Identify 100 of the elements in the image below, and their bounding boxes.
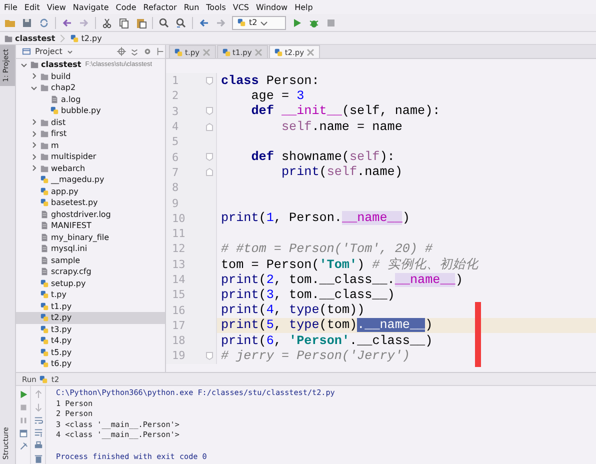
fold-icon[interactable] [206, 153, 212, 162]
menu-item[interactable]: View [46, 2, 66, 12]
wrap-icon[interactable] [32, 414, 44, 426]
tree-item[interactable]: chap2 [51, 83, 76, 92]
code-line: print(self.name) [280, 165, 402, 180]
python-file-icon [274, 48, 283, 56]
tree-item[interactable]: t2.py [51, 313, 72, 322]
cut-icon[interactable] [101, 16, 113, 28]
menu-item[interactable]: File [4, 2, 18, 12]
tree-item[interactable]: MANIFEST [51, 221, 92, 230]
tree-item[interactable]: dist [51, 118, 66, 127]
line-number: 9 [171, 196, 180, 210]
line-number: 19 [171, 349, 186, 362]
close-icon[interactable] [202, 48, 211, 56]
tree-item[interactable]: a.log [61, 94, 81, 104]
tree-item[interactable]: multispider [51, 152, 96, 162]
run-config-dropdown[interactable]: t2 [232, 16, 286, 30]
tree-item[interactable]: webarch [51, 164, 86, 173]
code-line: # jerry = Person('Jerry') [220, 348, 410, 363]
scroll-end-icon[interactable] [32, 427, 44, 438]
tree-item[interactable]: app.py [51, 186, 78, 196]
python-file-icon [50, 106, 59, 116]
tree-item[interactable]: t4.py [51, 336, 72, 346]
line-number: 17 [171, 318, 186, 332]
tree-item[interactable]: first [51, 129, 67, 138]
search-icon[interactable] [158, 16, 170, 28]
replace-icon[interactable] [175, 16, 187, 28]
breadcrumb-item[interactable]: t2.py [70, 34, 102, 42]
fold-icon[interactable] [206, 122, 212, 131]
caret-icon [260, 18, 268, 26]
line-number: 1 [171, 74, 180, 88]
tree-item[interactable]: setup.py [51, 278, 86, 288]
tree-item[interactable]: bubble.py [61, 106, 101, 116]
file-icon [40, 267, 49, 276]
breadcrumb-item[interactable]: classtest [4, 34, 56, 42]
settings-icon[interactable] [143, 47, 152, 56]
tree-item[interactable]: build [51, 72, 71, 81]
line-number: 13 [171, 258, 186, 271]
panel-title[interactable]: Project [35, 47, 62, 56]
tree-item[interactable]: t.py [51, 290, 66, 300]
line-number: 11 [171, 227, 186, 240]
collapse-icon[interactable] [130, 47, 139, 56]
redo-icon[interactable] [78, 16, 90, 28]
menu-item[interactable]: Navigate [72, 2, 109, 12]
code-line: tom = Person('Tom') # 实例化、初始化 [220, 256, 478, 273]
close-icon[interactable] [254, 48, 263, 56]
tree-item[interactable]: __magedu.py [51, 175, 104, 184]
tree-item[interactable]: scrapy.cfg [51, 267, 92, 276]
tree-item[interactable]: t1.py [51, 302, 72, 311]
tree-item[interactable]: t5.py [51, 348, 72, 357]
tree-item[interactable]: classtest [41, 60, 82, 70]
fold-icon[interactable] [206, 352, 212, 360]
file-icon [50, 94, 59, 104]
menu-item[interactable]: Run [184, 2, 200, 12]
fold-icon[interactable] [206, 76, 212, 85]
code-line: age = 3 [250, 88, 304, 103]
code-line: print(2, tom.__class__.__name__) [220, 272, 463, 286]
menu-item[interactable]: Refactor [143, 2, 177, 12]
code-line: print(1, Person.__name__) [220, 211, 410, 226]
up-arrow-icon[interactable] [32, 389, 44, 400]
code-line: print(3, tom.__class__) [220, 288, 395, 302]
close-icon[interactable] [306, 48, 316, 56]
trash-icon[interactable] [32, 453, 44, 464]
menu-item[interactable]: Help [294, 2, 313, 12]
layout-icon[interactable] [18, 428, 28, 439]
fold-icon[interactable] [206, 168, 212, 176]
line-number: 7 [171, 166, 180, 179]
code-line: class Person: [220, 74, 320, 88]
sync-icon[interactable] [38, 16, 50, 28]
menu-item[interactable]: Edit [24, 2, 40, 12]
tree-item[interactable]: ghostdriver.log [51, 210, 111, 219]
menu-item[interactable]: Code [116, 2, 136, 12]
menu-item[interactable]: Tools [206, 2, 226, 12]
file-icon [40, 221, 49, 230]
run-icon[interactable] [291, 16, 303, 28]
tree-item[interactable]: sample [51, 256, 80, 265]
code-line: print(5, type(tom).__name__) [220, 318, 433, 332]
stop-icon[interactable] [325, 16, 337, 28]
tree-item[interactable]: t6.py [51, 359, 72, 368]
undo-icon[interactable] [61, 16, 73, 28]
target-icon[interactable] [117, 47, 126, 56]
tree-item[interactable]: basetest.py [51, 198, 98, 208]
tree-item[interactable]: m [51, 140, 59, 150]
menu-item[interactable]: Window [256, 2, 288, 12]
down-arrow-icon[interactable] [32, 402, 44, 413]
forward-icon[interactable] [215, 16, 227, 28]
line-number: 16 [171, 304, 186, 317]
menu-item[interactable]: VCS [232, 2, 250, 12]
paste-icon[interactable] [135, 16, 147, 28]
code-line: self.name = name [280, 120, 402, 134]
tree-row[interactable]: t2.py [16, 312, 165, 324]
project-view-icon [22, 47, 31, 56]
back-icon[interactable] [198, 16, 210, 28]
save-icon[interactable] [21, 16, 33, 28]
copy-icon[interactable] [118, 16, 130, 28]
tree-item[interactable]: t3.py [51, 324, 72, 334]
fold-icon[interactable] [206, 107, 212, 116]
tree-item[interactable]: mysql.ini [51, 244, 88, 254]
line-number: 5 [171, 135, 180, 148]
tree-item[interactable]: my_binary_file [51, 232, 110, 242]
